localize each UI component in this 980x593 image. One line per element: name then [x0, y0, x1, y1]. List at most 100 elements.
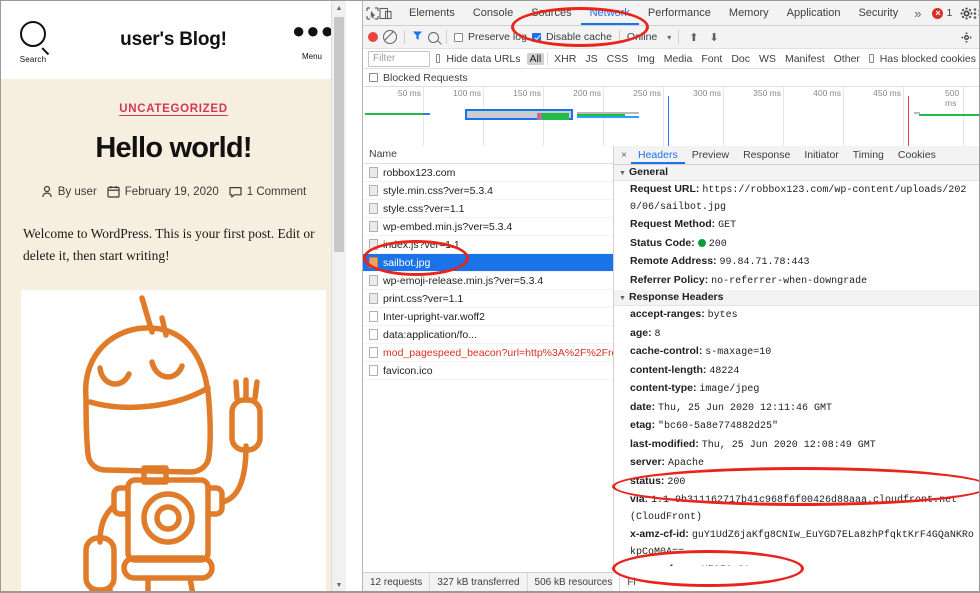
- network-overview-timeline[interactable]: 50 ms100 ms150 ms200 ms250 ms300 ms350 m…: [363, 87, 980, 150]
- dom-content-loaded-marker: [668, 96, 669, 149]
- search-requests-icon[interactable]: [428, 32, 439, 43]
- resource-type-css[interactable]: CSS: [604, 53, 632, 65]
- export-har-icon[interactable]: ⬇: [707, 31, 722, 44]
- detail-tab-cookies[interactable]: Cookies: [891, 146, 943, 164]
- filter-toggle-button[interactable]: [412, 30, 423, 44]
- throttling-dropdown[interactable]: Online: [627, 31, 657, 43]
- request-row[interactable]: wp-embed.min.js?ver=5.3.4: [363, 218, 613, 236]
- file-type-icon: [369, 167, 378, 178]
- post-category-link[interactable]: UNCATEGORIZED: [21, 103, 326, 115]
- tab-application[interactable]: Application: [778, 1, 850, 25]
- gear-icon: [960, 7, 973, 20]
- request-list-column-header[interactable]: Name: [363, 146, 613, 164]
- inspect-element-icon[interactable]: [366, 3, 379, 23]
- preserve-log-label[interactable]: Preserve log: [468, 31, 527, 43]
- hide-data-urls-checkbox[interactable]: [436, 54, 441, 63]
- request-name: style.css?ver=1.1: [383, 203, 464, 215]
- header-key: accept-ranges:: [630, 308, 705, 320]
- chevron-down-icon[interactable]: ▾: [667, 33, 671, 42]
- tab-network[interactable]: Network: [581, 1, 639, 25]
- header-value: 48224: [709, 366, 739, 377]
- filter-input[interactable]: Filter: [368, 51, 430, 67]
- resource-type-other[interactable]: Other: [831, 53, 863, 65]
- blog-scroll-up-button[interactable]: ▲: [332, 1, 346, 15]
- controls-divider-4: [678, 30, 679, 44]
- request-row[interactable]: favicon.ico: [363, 362, 613, 380]
- tab-performance[interactable]: Performance: [639, 1, 720, 25]
- header-value: 99.84.71.78:443: [719, 257, 809, 268]
- timeline-gridline: [783, 87, 784, 149]
- response-headers-section-header[interactable]: ▼Response Headers: [614, 290, 980, 306]
- detail-tab-preview[interactable]: Preview: [685, 146, 736, 164]
- blog-scroll-down-button[interactable]: ▼: [332, 578, 346, 592]
- header-row: x-amz-cf-pop: HIO50-C1: [614, 561, 980, 566]
- resource-type-media[interactable]: Media: [661, 53, 696, 65]
- timeline-gridline: [903, 87, 904, 149]
- detail-tabbar: × HeadersPreviewResponseInitiatorTimingC…: [614, 146, 980, 165]
- resource-type-all[interactable]: All: [527, 53, 545, 65]
- blocked-requests-checkbox[interactable]: [369, 73, 378, 82]
- toggle-device-toolbar-icon[interactable]: [379, 3, 392, 23]
- more-tabs-button[interactable]: »: [907, 6, 928, 21]
- funnel-icon: [412, 30, 423, 41]
- request-row[interactable]: Inter-upright-var.woff2: [363, 308, 613, 326]
- cursor-select-icon: [366, 7, 379, 20]
- record-button[interactable]: [368, 32, 378, 42]
- request-row[interactable]: robbox123.com: [363, 164, 613, 182]
- tab-sources[interactable]: Sources: [522, 1, 580, 25]
- request-row[interactable]: data:application/fo...: [363, 326, 613, 344]
- timeline-gridline: [663, 87, 664, 149]
- resource-type-doc[interactable]: Doc: [728, 53, 753, 65]
- header-value: "bc60-5a8e774882d25": [658, 421, 778, 432]
- hide-data-urls-label[interactable]: Hide data URLs: [446, 53, 520, 65]
- request-name: favicon.ico: [383, 365, 433, 377]
- header-key: Referrer Policy:: [630, 274, 708, 286]
- request-row[interactable]: print.css?ver=1.1: [363, 290, 613, 308]
- timeline-tick-label: 150 ms: [513, 88, 543, 98]
- controls-divider-2: [446, 30, 447, 44]
- network-split-view: Name robbox123.comstyle.min.css?ver=5.3.…: [363, 146, 980, 566]
- resource-type-xhr[interactable]: XHR: [551, 53, 579, 65]
- tab-elements[interactable]: Elements: [400, 1, 464, 25]
- request-row[interactable]: wp-emoji-release.min.js?ver=5.3.4: [363, 272, 613, 290]
- request-row[interactable]: index.js?ver=1.1: [363, 236, 613, 254]
- request-row[interactable]: sailbot.jpg: [363, 254, 613, 272]
- detail-close-icon[interactable]: ×: [617, 150, 631, 161]
- request-row[interactable]: style.min.css?ver=5.3.4: [363, 182, 613, 200]
- header-row: date: Thu, 25 Jun 2020 12:11:46 GMT: [614, 399, 980, 418]
- detail-tab-headers[interactable]: Headers: [631, 146, 685, 164]
- blocked-requests-label[interactable]: Blocked Requests: [383, 72, 468, 84]
- timeline-gridline: [723, 87, 724, 149]
- error-count-badge[interactable]: × 1: [932, 7, 952, 19]
- detail-tab-response[interactable]: Response: [736, 146, 797, 164]
- overview-bar: [542, 113, 569, 120]
- disable-cache-checkbox[interactable]: [532, 33, 541, 42]
- header-value: Thu, 25 Jun 2020 12:08:49 GMT: [702, 440, 876, 451]
- resource-type-font[interactable]: Font: [698, 53, 725, 65]
- resource-type-manifest[interactable]: Manifest: [782, 53, 828, 65]
- has-blocked-cookies-checkbox[interactable]: [869, 54, 874, 63]
- import-har-icon[interactable]: ⬆: [686, 31, 701, 44]
- request-row[interactable]: style.css?ver=1.1: [363, 200, 613, 218]
- resource-type-ws[interactable]: WS: [756, 53, 779, 65]
- preserve-log-checkbox[interactable]: [454, 33, 463, 42]
- blog-scrollbar-thumb[interactable]: [334, 17, 344, 252]
- general-section-header[interactable]: ▼General: [614, 165, 980, 181]
- detail-tab-initiator[interactable]: Initiator: [797, 146, 845, 164]
- has-blocked-cookies-label[interactable]: Has blocked cookies: [880, 53, 976, 65]
- request-row[interactable]: mod_pagespeed_beacon?url=http%3A%2F%2Fro…: [363, 344, 613, 362]
- disable-cache-label[interactable]: Disable cache: [546, 31, 612, 43]
- tab-security[interactable]: Security: [849, 1, 907, 25]
- settings-gear-icon[interactable]: [960, 3, 973, 23]
- resource-type-img[interactable]: Img: [634, 53, 658, 65]
- blog-scrollbar[interactable]: ▲ ▼: [331, 1, 346, 592]
- detail-tab-timing[interactable]: Timing: [846, 146, 891, 164]
- resource-type-js[interactable]: JS: [582, 53, 600, 65]
- clear-button[interactable]: [383, 30, 397, 44]
- header-key: x-amz-cf-pop:: [630, 563, 699, 566]
- header-key: Remote Address:: [630, 255, 717, 267]
- tab-console[interactable]: Console: [464, 1, 522, 25]
- network-settings-icon[interactable]: [956, 27, 976, 47]
- menu-button[interactable]: ●●● Menu: [292, 25, 332, 61]
- tab-memory[interactable]: Memory: [720, 1, 778, 25]
